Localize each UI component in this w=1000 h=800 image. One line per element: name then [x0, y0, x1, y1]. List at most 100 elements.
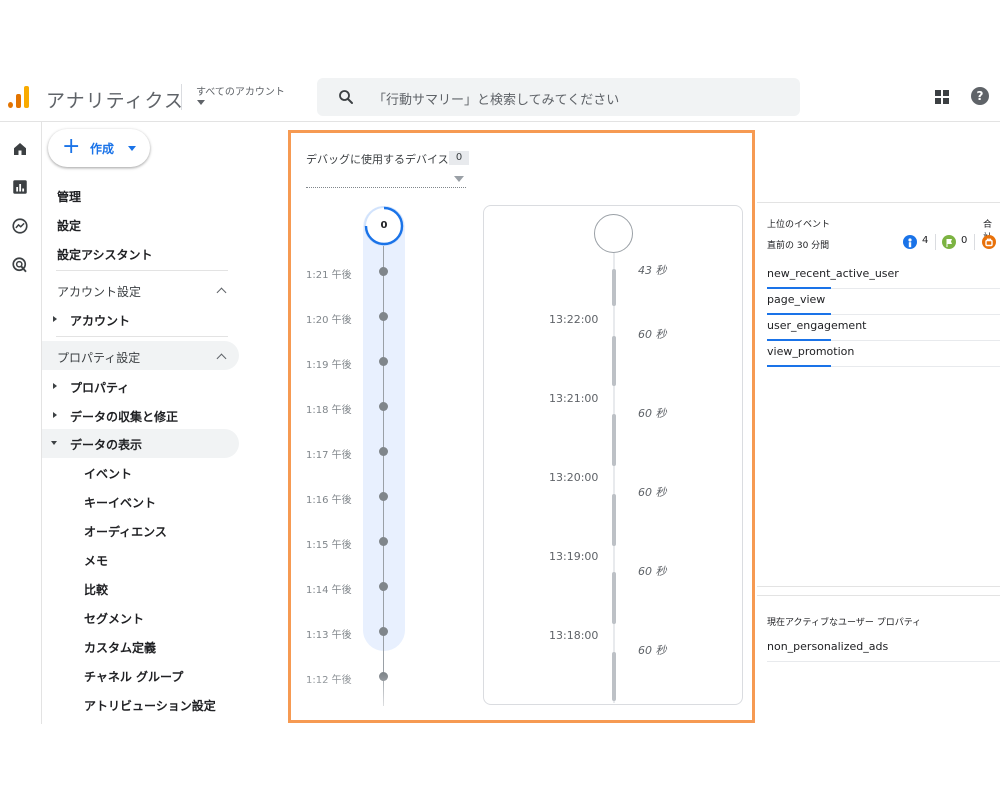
help-icon[interactable]: ? — [971, 87, 989, 105]
nav-item-account[interactable]: アカウント — [70, 312, 130, 329]
minute-dot[interactable] — [379, 402, 388, 411]
event-row[interactable]: user_engagement — [767, 315, 1000, 341]
user-property-name[interactable]: non_personalized_ads — [767, 640, 888, 653]
create-button[interactable]: + 作成 — [48, 129, 150, 167]
flag-count: 0 — [961, 235, 968, 246]
nav-subitem-attribution-settings[interactable]: アトリビューション設定 — [84, 697, 216, 714]
expand-arrow-icon[interactable] — [53, 383, 57, 389]
nav-subitem-custom-definitions[interactable]: カスタム定義 — [84, 639, 156, 656]
nav-item-data-collection[interactable]: データの収集と修正 — [70, 408, 178, 425]
second-segment[interactable] — [612, 414, 616, 466]
top-events-subtitle: 直前の 30 分間 — [767, 241, 830, 251]
event-name[interactable]: view_promotion — [767, 345, 854, 358]
fade-overlay — [291, 673, 451, 720]
section-account-settings[interactable]: アカウント設定 — [57, 283, 141, 300]
nav-subitem-notes[interactable]: メモ — [84, 552, 108, 569]
minute-dot[interactable] — [379, 312, 388, 321]
duration-label: 60 秒 — [638, 565, 667, 578]
minute-dot[interactable] — [379, 582, 388, 591]
nav-subitem-channel-groups[interactable]: チャネル グループ — [84, 668, 183, 685]
minute-time-label: 1:20 午後 — [306, 315, 352, 326]
nav-item-property[interactable]: プロパティ — [70, 379, 129, 396]
nav-subitem-audiences[interactable]: オーディエンス — [84, 523, 167, 540]
top-bar: アナリティクス すべてのアカウント 「行動サマリー」と検索してみてください ? — [0, 70, 1000, 122]
explore-icon[interactable] — [11, 217, 29, 235]
second-segment[interactable] — [612, 494, 616, 546]
user-properties-card: 現在アクティブなユーザー プロパティ non_personalized_ads — [757, 595, 1000, 724]
minute-dot[interactable] — [379, 492, 388, 501]
nav-subitem-key-events[interactable]: キーイベント — [84, 494, 156, 511]
top-events-title: 上位のイベント — [767, 220, 831, 230]
event-name[interactable]: new_recent_active_user — [767, 267, 899, 280]
reports-icon[interactable] — [11, 178, 29, 196]
minute-time-label: 1:13 午後 — [306, 630, 352, 641]
create-label: 作成 — [90, 142, 115, 156]
minute-stream-axis — [383, 241, 384, 706]
home-icon[interactable] — [11, 140, 29, 158]
second-segment[interactable] — [612, 572, 616, 624]
duration-label: 43 秒 — [638, 264, 667, 277]
search-icon — [339, 90, 353, 104]
plus-icon: + — [62, 134, 81, 159]
nav-item-settings[interactable]: 設定 — [57, 217, 81, 234]
minute-top-counter[interactable]: 0 — [364, 206, 404, 246]
minute-time-label: 1:18 午後 — [306, 405, 352, 416]
minute-dot[interactable] — [379, 537, 388, 546]
top-events-card: 上位のイベント 合計 直前の 30 分間 4 0 new_recent_acti… — [757, 202, 1000, 587]
nav-item-admin[interactable]: 管理 — [57, 188, 81, 205]
second-timestamp: 13:19:00 — [549, 550, 599, 563]
search-input[interactable]: 「行動サマリー」と検索してみてください — [373, 89, 619, 108]
event-row[interactable]: page_view — [767, 289, 1000, 315]
collapse-arrow-icon[interactable] — [51, 441, 57, 445]
chevron-down-icon[interactable] — [454, 176, 464, 182]
nav-item-setup-assistant[interactable]: 設定アシスタント — [57, 246, 153, 263]
expand-arrow-icon[interactable] — [53, 412, 57, 418]
nav-subitem-comparisons[interactable]: 比較 — [84, 581, 108, 598]
alert-icon — [982, 235, 996, 249]
seconds-top-marker[interactable] — [594, 214, 633, 253]
second-segment[interactable] — [612, 269, 616, 306]
event-row[interactable]: new_recent_active_user — [767, 263, 1000, 289]
analytics-app: アナリティクス すべてのアカウント 「行動サマリー」と検索してみてください ? — [0, 70, 1000, 724]
minute-time-label: 1:14 午後 — [306, 585, 352, 596]
section-property-settings[interactable]: プロパティ設定 — [57, 349, 140, 366]
advertising-icon[interactable] — [11, 256, 29, 274]
info-icon — [903, 235, 917, 249]
nav-subitem-segments[interactable]: セグメント — [84, 610, 144, 627]
chevron-down-icon — [128, 146, 136, 151]
second-timestamp: 13:22:00 — [549, 313, 599, 326]
duration-label: 60 秒 — [638, 407, 667, 420]
minute-dot[interactable] — [379, 627, 388, 636]
nav-item-data-display[interactable]: データの表示 — [70, 436, 142, 453]
chevron-up-icon[interactable] — [216, 287, 227, 298]
app-title: アナリティクス — [46, 90, 184, 112]
flag-icon — [942, 235, 956, 249]
nav-subitem-events[interactable]: イベント — [84, 465, 132, 482]
search-bar[interactable]: 「行動サマリー」と検索してみてください — [317, 78, 800, 116]
duration-label: 60 秒 — [638, 644, 667, 657]
event-name[interactable]: user_engagement — [767, 319, 866, 332]
apps-grid-icon[interactable] — [934, 89, 950, 105]
user-property-row[interactable]: non_personalized_ads — [767, 636, 1000, 662]
debugview-panel: デバッグに使用するデバイス 0 0 1:21 午後 1:20 午後 1:19 午後 1… — [288, 130, 755, 723]
analytics-logo-icon[interactable] — [8, 84, 30, 108]
divider — [974, 234, 975, 250]
expand-arrow-icon[interactable] — [53, 316, 57, 322]
minute-time-label: 1:15 午後 — [306, 540, 352, 551]
info-count: 4 — [922, 235, 929, 246]
side-nav: + 作成 管理 設定 設定アシスタント アカウント設定 アカウント プロパティ設… — [42, 122, 247, 724]
minute-dot[interactable] — [379, 357, 388, 366]
minute-dot[interactable] — [379, 267, 388, 276]
minute-top-count: 0 — [380, 220, 388, 231]
second-segment[interactable] — [612, 652, 616, 701]
second-timestamp: 13:18:00 — [549, 629, 599, 642]
event-name[interactable]: page_view — [767, 293, 825, 306]
minute-dot[interactable] — [379, 447, 388, 456]
seconds-stream-card: 13:22:00 13:21:00 13:20:00 13:19:00 13:18:00… — [483, 205, 743, 705]
event-row[interactable]: view_promotion — [767, 341, 1000, 367]
chevron-down-icon[interactable] — [197, 100, 205, 105]
account-selector[interactable]: すべてのアカウント — [196, 83, 285, 98]
debug-device-select[interactable] — [306, 187, 466, 188]
minute-time-label: 1:17 午後 — [306, 450, 352, 461]
second-segment[interactable] — [612, 336, 616, 386]
